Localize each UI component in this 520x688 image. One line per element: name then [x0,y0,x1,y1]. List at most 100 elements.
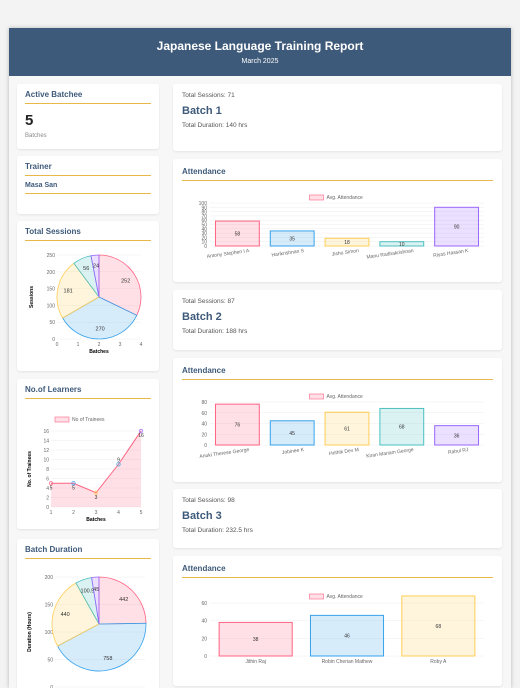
legend-swatch [54,416,70,423]
y-tick-label: 10 [43,458,49,464]
x-tick-label: 4 [117,510,120,516]
x-tick-label: Harikrishnan S [271,248,305,259]
slice-label: 181 [64,289,73,295]
y-tick-label: 50 [49,320,55,326]
bar-label: 18 [344,240,350,246]
x-tick-label: Hrithik Dev M [329,447,360,457]
y-axis-label: No. of Trainees [27,451,33,487]
x-tick-label: 1 [50,510,53,516]
slice-label: 24 [93,264,99,270]
batch-2-attendance-title: Attendance [182,366,493,380]
batch-3-duration: Total Duration: 232.5 hrs [182,527,253,534]
bar-label: 46 [344,634,350,640]
batch-1-attendance-title: Attendance [182,167,493,181]
y-tick-label: 40 [201,619,207,625]
batch-1-sessions: Total Sessions: 71 [182,92,235,99]
slice-label: 45 [93,587,99,593]
y-tick-label: 12 [43,448,49,454]
y-tick-label: 150 [47,287,56,293]
x-tick-label: 2 [72,510,75,516]
batch-1-attendance-card: Attendance Avg. Attendance 0 10 20 30 40 50 60 7… [173,159,502,282]
batch-1-name: Batch 1 [182,105,222,117]
total-sessions-chart: 0501001502002500 1 2 3 4SessionsBatches25227… [29,253,143,355]
batch-3-attendance-card: Attendance Avg. Attendance 0 20 40 60 38 Jithi… [173,556,502,686]
y-tick-label: 2 [46,496,49,502]
batch-1-attendance-chart: Avg. Attendance010203040506070809010058A… [199,194,484,261]
x-tick-label: 1 [77,342,80,348]
batch-2-duration: Total Duration: 188 hrs [182,328,248,335]
batch-2-attendance-chart: Avg. Attendance02040608076Anuki Therese … [199,393,484,460]
x-tick-label: Jishu Simon [331,248,359,258]
data-label: 5 [50,485,53,491]
x-tick-label: 3 [95,510,98,516]
slice-label: 440 [61,612,70,618]
x-tick-label: 3 [119,342,122,348]
legend-swatch [309,393,324,400]
batch-duration-title: Batch Duration [25,545,151,559]
y-tick-label: 100 [199,201,208,207]
y-tick-label: 60 [201,411,207,417]
bar-label: 45 [289,431,295,437]
batch-3-attendance-title: Attendance [182,564,493,578]
x-tick-label: Roby A [430,659,447,665]
x-tick-label: 5 [140,510,143,516]
bar-label: 35 [289,236,295,242]
y-tick-label: 150 [45,603,54,609]
data-label: 9 [117,457,120,463]
batch-3-name: Batch 3 [182,510,222,522]
batch-2-attendance-card: Attendance Avg. Attendance 0 20 40 60 80 76 Anu… [173,358,502,482]
batch-1-card: Total Sessions: 71 Batch 1 Total Duratio… [173,84,502,151]
data-label: 3 [95,495,98,501]
batch-3-attendance-chart: Avg. Attendance 0 20 40 60 38 Jithin Raj 46 Robi… [201,593,484,665]
x-tick-label: Jithin Raj [245,659,266,665]
report-header: Japanese Language Training Report March … [9,28,511,76]
trainer-title: Trainer [25,162,151,176]
legend-label: Avg. Attendance [327,594,364,600]
active-batches-label: Batches [25,133,47,139]
y-tick-label: 50 [47,658,53,664]
report-subtitle: March 2025 [241,58,279,65]
x-tick-label: Robin Cherian Mathew [322,659,373,665]
slice-label: 442 [119,597,128,603]
legend-swatch [309,593,324,600]
x-tick-label: Antony Stephen I A [206,248,250,260]
y-tick-label: 200 [47,270,56,276]
report-page: Japanese Language Training Report March … [9,28,511,688]
total-sessions-title: Total Sessions [25,227,151,241]
x-tick-label: 0 [56,342,59,348]
total-sessions-card: Total Sessions 0 50 100 150 200 250 0 1 2 3 4 Sessi… [17,221,159,371]
slice-label: 56 [83,266,89,272]
data-label: 16 [138,433,144,439]
y-tick-label: 16 [43,429,49,435]
y-tick-label: 200 [45,575,54,581]
batch-duration-card: Batch Duration 0 50 100 150 200 Duration (Hou… [17,539,159,688]
batch-3-card: Total Sessions: 98 Batch 3 Total Duratio… [173,489,502,548]
x-axis-label: Batches [86,517,106,523]
y-tick-label: 8 [46,467,49,473]
y-axis-label: Sessions [29,286,35,308]
batch-3-sessions: Total Sessions: 98 [182,497,235,504]
y-tick-label: 80 [201,400,207,406]
legend-label: Avg. Attendance [327,394,364,400]
trainer-card: Trainer Masa San [17,156,159,214]
x-tick-label: Rahul RJ [448,447,470,456]
y-tick-label: 100 [47,303,56,309]
y-axis-label: Duration (Hours) [27,612,33,652]
bar-label: 68 [436,624,442,630]
bar-label: 10 [399,242,405,248]
bar-label: 76 [235,423,241,429]
data-label: 5 [72,485,75,491]
report-title: Japanese Language Training Report [156,39,364,53]
legend-label: No of Trainees [72,417,105,423]
y-tick-label: 20 [201,432,207,438]
batch-1-duration: Total Duration: 140 hrs [182,122,248,129]
y-tick-label: 100 [45,630,54,636]
active-batches-card: Active Batchee 5 Batches [17,84,159,149]
x-tick-label: Manu Radhakrishnan [366,248,414,261]
batch-2-name: Batch 2 [182,311,222,323]
y-tick-label: 14 [43,439,49,445]
bar-label: 58 [235,232,241,238]
legend-label: Avg. Attendance [327,195,364,201]
y-tick-label: 0 [204,443,207,449]
y-tick-label: 20 [201,636,207,642]
